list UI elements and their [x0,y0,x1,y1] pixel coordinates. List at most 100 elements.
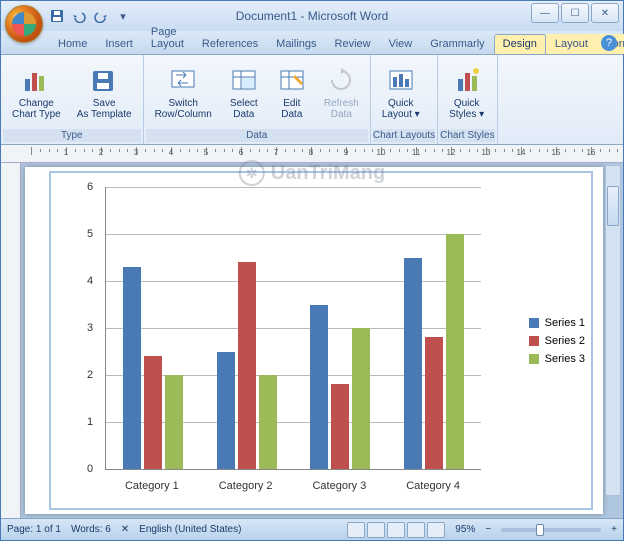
legend-label: Series 3 [545,353,585,365]
vertical-scrollbar[interactable] [605,165,621,496]
edit-data-icon [276,64,308,96]
x-tick-label: Category 4 [406,480,460,492]
bar[interactable] [217,352,235,470]
x-tick-label: Category 2 [219,480,273,492]
edit-data-button[interactable]: EditData [269,59,315,125]
status-words[interactable]: Words: 6 [71,524,111,535]
quick-styles-button[interactable]: QuickStyles ▾ [442,59,491,125]
switch-row-column-button[interactable]: SwitchRow/Column [148,59,219,125]
switch-icon [167,64,199,96]
y-tick-label: 2 [87,369,93,381]
refresh-data-button: RefreshData [317,59,366,125]
group-label: Data [146,129,368,142]
ribbon: ChangeChart TypeSaveAs TemplateTypeSwitc… [1,55,623,145]
bar-group [310,305,370,470]
tab-insert[interactable]: Insert [96,34,142,54]
status-language[interactable]: English (United States) [139,524,241,535]
tab-layout[interactable]: Layout [546,34,597,54]
y-tick-label: 3 [87,322,93,334]
ribbon-tabs: HomeInsertPage LayoutReferencesMailingsR… [1,31,623,55]
legend-item[interactable]: Series 1 [529,317,585,329]
bar[interactable] [446,234,464,469]
tab-mailings[interactable]: Mailings [267,34,325,54]
titlebar: ▾ Document1 - Microsoft Word — ☐ ✕ [1,1,623,31]
ribbon-group-chart-layouts: QuickLayout ▾Chart Layouts [371,55,438,144]
legend-item[interactable]: Series 3 [529,353,585,365]
bar[interactable] [238,262,256,469]
office-button[interactable] [5,5,43,43]
page[interactable]: Series 1Series 2Series 30123456Category … [25,167,603,514]
bar-group [217,262,277,469]
bar[interactable] [352,328,370,469]
y-tick-label: 1 [87,416,93,428]
group-label: Chart Styles [440,129,494,142]
window-controls: — ☐ ✕ [531,3,619,23]
zoom-slider-thumb[interactable] [536,524,544,536]
bar[interactable] [123,267,141,469]
bar[interactable] [259,375,277,469]
ribbon-group-type: ChangeChart TypeSaveAs Template Type [1,55,144,144]
save-icon[interactable] [49,8,65,24]
maximize-button[interactable]: ☐ [561,3,589,23]
zoom-out-button[interactable]: − [485,524,491,535]
tab-design[interactable]: Design [494,34,546,54]
y-tick-label: 4 [87,275,93,287]
change-chart-type-button[interactable]: ChangeChart Type [5,59,68,125]
outline-view-button[interactable] [407,522,425,538]
web-layout-view-button[interactable] [387,522,405,538]
tab-home[interactable]: Home [49,34,96,54]
bar[interactable] [404,258,422,470]
scrollbar-thumb[interactable] [607,186,619,226]
tab-view[interactable]: View [380,34,422,54]
help-icon[interactable]: ? [601,35,617,51]
qat-dropdown-icon[interactable]: ▾ [115,8,131,24]
button-label: SwitchRow/Column [155,98,212,120]
select-data-icon [228,64,260,96]
window-title: Document1 - Microsoft Word [236,9,389,23]
group-label: Type [3,129,141,142]
zoom-in-button[interactable]: + [611,524,617,535]
legend-item[interactable]: Series 2 [529,335,585,347]
zoom-slider[interactable] [501,528,601,532]
tab-grammarly[interactable]: Grammarly [421,34,493,54]
x-tick-label: Category 3 [312,480,366,492]
full-screen-view-button[interactable] [367,522,385,538]
select-data-button[interactable]: SelectData [221,59,267,125]
close-button[interactable]: ✕ [591,3,619,23]
quick-layout-button[interactable]: QuickLayout ▾ [375,59,427,125]
legend-swatch [529,318,539,328]
save-as-template-button[interactable]: SaveAs Template [70,59,139,125]
bar[interactable] [144,356,162,469]
tab-page-layout[interactable]: Page Layout [142,22,193,54]
zoom-level[interactable]: 95% [455,524,475,535]
proofing-icon[interactable]: ✕ [121,524,129,535]
vertical-ruler[interactable] [1,163,21,518]
chart-legend: Series 1 Series 2 Series 3 [529,311,585,371]
button-label: QuickStyles ▾ [449,98,484,120]
chart-object[interactable]: Series 1Series 2Series 30123456Category … [49,171,593,510]
ribbon-group-data: SwitchRow/Column SelectDataEditData Refres… [144,55,371,144]
bar[interactable] [165,375,183,469]
undo-icon[interactable] [71,8,87,24]
y-tick-label: 5 [87,228,93,240]
draft-view-button[interactable] [427,522,445,538]
y-tick-label: 0 [87,463,93,475]
status-page[interactable]: Page: 1 of 1 [7,524,61,535]
app-window: ▾ Document1 - Microsoft Word — ☐ ✕ HomeI… [0,0,624,541]
tab-review[interactable]: Review [326,34,380,54]
save-template-icon [88,64,120,96]
print-layout-view-button[interactable] [347,522,365,538]
button-label: RefreshData [324,98,359,120]
redo-icon[interactable] [93,8,109,24]
view-buttons [347,522,445,538]
legend-label: Series 1 [545,317,585,329]
status-bar: Page: 1 of 1 Words: 6 ✕ English (United … [1,518,623,540]
horizontal-ruler[interactable]: 12345678910111213141516 [1,145,623,163]
tab-references[interactable]: References [193,34,267,54]
bar[interactable] [425,337,443,469]
bar[interactable] [331,384,349,469]
bar[interactable] [310,305,328,470]
minimize-button[interactable]: — [531,3,559,23]
document-area: Series 1Series 2Series 30123456Category … [1,163,623,518]
x-tick-label: Category 1 [125,480,179,492]
